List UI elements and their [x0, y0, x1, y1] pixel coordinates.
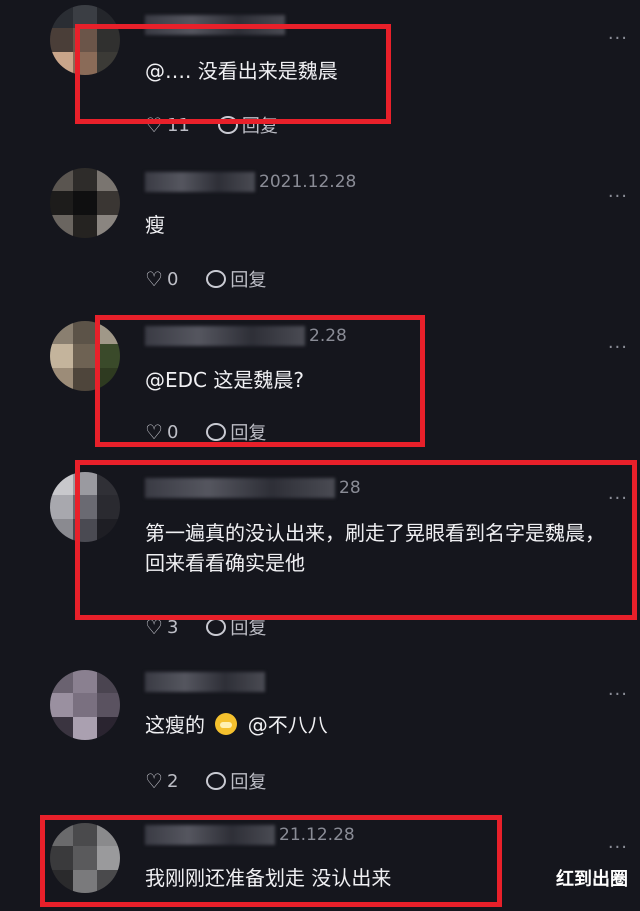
comment-date: 21.12.28 [279, 825, 355, 845]
comment-meta [145, 15, 289, 37]
like-button[interactable]: ♡ 11 [145, 113, 190, 137]
comment-meta: 2021.12.28 [145, 172, 356, 194]
reply-label: 回复 [230, 618, 267, 639]
comment-text: 这瘦的 @不八八 [145, 710, 610, 740]
more-icon[interactable]: ··· [608, 837, 628, 858]
comment-text: 瘦 [145, 213, 165, 237]
reply-label: 回复 [230, 270, 267, 291]
comment-bubble-icon [217, 116, 238, 134]
comment-text: @…. 没看出来是魏晨 [145, 59, 338, 83]
like-button[interactable]: ♡ 3 [145, 615, 178, 639]
avatar[interactable] [50, 472, 120, 542]
reply-button[interactable]: 回复 [206, 614, 266, 640]
reply-button[interactable]: 回复 [217, 112, 278, 138]
avatar[interactable] [50, 5, 120, 75]
emoji-icon [215, 713, 238, 735]
like-count: 0 [166, 421, 179, 443]
avatar[interactable] [50, 321, 120, 391]
like-count: 3 [166, 616, 179, 638]
comment-item: 2.28 ··· @EDC 这是魏晨? ♡ 0 回复 [0, 313, 640, 463]
heart-icon: ♡ [145, 769, 163, 793]
comment-bubble-icon [206, 270, 227, 288]
comment-text: 我刚刚还准备划走 没认出来 [145, 866, 392, 890]
comment-item: 28 ··· 第一遍真的没认出来，刷走了晃眼看到名字是魏晨，回来看看确实是他 ♡… [0, 468, 640, 643]
comment-text-part: 这瘦的 [145, 713, 205, 737]
more-icon[interactable]: ··· [608, 488, 628, 509]
more-icon[interactable]: ··· [608, 684, 628, 705]
comment-actions: ♡ 3 回复 [145, 614, 266, 640]
comment-meta: 2.28 [145, 326, 347, 348]
comment-date: 2.28 [309, 326, 347, 346]
reply-label: 回复 [241, 116, 278, 137]
reply-label: 回复 [230, 772, 267, 793]
comment-actions: ♡ 0 回复 [145, 266, 266, 292]
like-button[interactable]: ♡ 2 [145, 769, 178, 793]
heart-icon: ♡ [145, 113, 163, 137]
comment-item: ··· 这瘦的 @不八八 ♡ 2 回复 [0, 660, 640, 810]
reply-label: 回复 [230, 423, 267, 444]
more-icon[interactable]: ··· [608, 186, 628, 207]
avatar[interactable] [50, 168, 120, 238]
like-button[interactable]: ♡ 0 [145, 267, 178, 291]
comment-text: @EDC 这是魏晨? [145, 368, 304, 392]
comment-bubble-icon [206, 772, 227, 790]
watermark: 红到出圈 [556, 869, 628, 890]
heart-icon: ♡ [145, 420, 163, 444]
comment-meta: 21.12.28 [145, 825, 355, 847]
comment-date: 2021.12.28 [259, 172, 357, 192]
avatar[interactable] [50, 670, 120, 740]
comment-bubble-icon [206, 423, 227, 441]
mention-link[interactable]: @不八八 [248, 713, 328, 737]
comment-text: 第一遍真的没认出来，刷走了晃眼看到名字是魏晨，回来看看确实是他 [145, 521, 605, 575]
comment-actions: ♡ 11 回复 [145, 112, 278, 138]
comment-item: 2021.12.28 ··· 瘦 ♡ 0 回复 [0, 160, 640, 310]
heart-icon: ♡ [145, 615, 163, 639]
heart-icon: ♡ [145, 267, 163, 291]
comment-meta: 28 [145, 478, 361, 500]
more-icon[interactable]: ··· [608, 337, 628, 358]
reply-button[interactable]: 回复 [206, 266, 266, 292]
like-count: 2 [166, 770, 179, 792]
like-count: 0 [166, 268, 179, 290]
comment-actions: ♡ 2 回复 [145, 768, 266, 794]
comment-actions: ♡ 0 回复 [145, 419, 266, 445]
more-icon[interactable]: ··· [608, 28, 628, 49]
comment-date: 28 [339, 478, 361, 498]
comment-item: 21.12.28 ··· 我刚刚还准备划走 没认出来 [0, 815, 640, 911]
comment-item: ··· @…. 没看出来是魏晨 ♡ 11 回复 [0, 0, 640, 150]
reply-button[interactable]: 回复 [206, 768, 266, 794]
avatar[interactable] [50, 823, 120, 893]
like-button[interactable]: ♡ 0 [145, 420, 178, 444]
comment-bubble-icon [206, 618, 227, 636]
reply-button[interactable]: 回复 [206, 419, 266, 445]
comment-meta [145, 672, 269, 694]
like-count: 11 [166, 114, 190, 136]
